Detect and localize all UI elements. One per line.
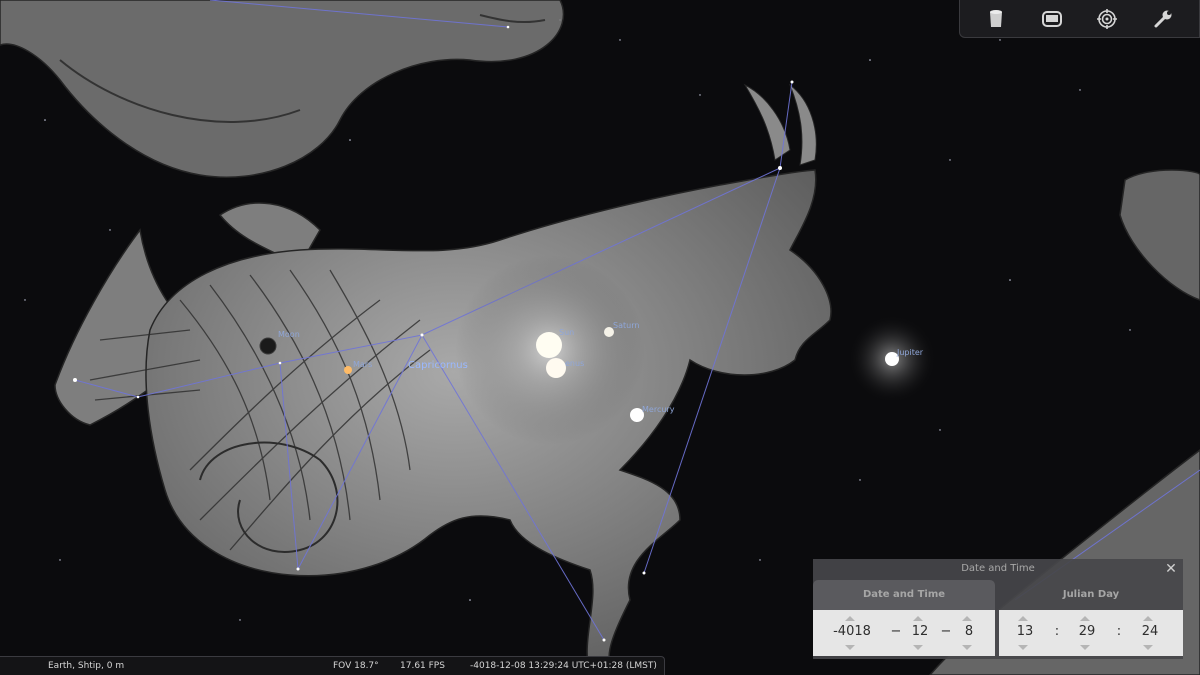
tab-julian-day[interactable]: Julian Day (999, 580, 1183, 610)
second-value[interactable]: 24 (1121, 624, 1179, 639)
dialog-title: Date and Time (961, 563, 1035, 574)
minute-down-arrow[interactable] (1080, 645, 1090, 650)
day-down-arrow[interactable] (962, 645, 972, 650)
aquarius-art (0, 0, 565, 178)
status-bar: Earth, Shtip, 0 m FOV 18.7° 17.61 FPS -4… (0, 656, 665, 675)
hour-up-arrow[interactable] (1018, 616, 1028, 621)
venus-marker[interactable] (546, 358, 566, 378)
window-button[interactable] (1037, 4, 1067, 34)
target-icon (1097, 8, 1118, 29)
moon-label: Moon (278, 330, 300, 339)
tab-date-and-time[interactable]: Date and Time (813, 580, 995, 610)
year-up-arrow[interactable] (845, 616, 855, 621)
capricornus-art (54, 83, 832, 675)
mars-label: Mars (353, 360, 372, 369)
constellation-name: Capricornus (408, 360, 468, 371)
wrench-icon (1154, 10, 1172, 27)
mars-marker[interactable] (344, 366, 352, 374)
moon-marker[interactable] (259, 337, 277, 355)
minute-up-arrow[interactable] (1080, 616, 1090, 621)
year-down-arrow[interactable] (845, 645, 855, 650)
hour-spinbox[interactable]: 13 (996, 610, 1054, 656)
hour-down-arrow[interactable] (1018, 645, 1028, 650)
second-up-arrow[interactable] (1143, 616, 1153, 621)
day-up-arrow[interactable] (962, 616, 972, 621)
fps-readout: 17.61 FPS (400, 661, 445, 671)
window-icon (1041, 10, 1062, 27)
jupiter-label: Jupiter (896, 348, 924, 357)
second-down-arrow[interactable] (1143, 645, 1153, 650)
date-time-fields: -4018 − 12 − 8 13 : 29 : 24 (813, 610, 1183, 656)
hour-value[interactable]: 13 (996, 624, 1054, 639)
venus-label: enus (565, 359, 584, 368)
target-button[interactable] (1092, 4, 1122, 34)
date-time-dialog: Date and Time ✕ Date and Time Julian Day… (813, 559, 1183, 659)
minute-spinbox[interactable]: 29 (1058, 610, 1116, 656)
fov-readout: FOV 18.7° (333, 661, 379, 671)
sun-label: Sun (559, 328, 574, 337)
day-value[interactable]: 8 (940, 624, 998, 639)
close-button[interactable]: ✕ (1163, 561, 1179, 577)
month-up-arrow[interactable] (913, 616, 923, 621)
location-readout[interactable]: Earth, Shtip, 0 m (48, 657, 124, 675)
toolbar (959, 0, 1200, 38)
mercury-label: Mercury (642, 405, 675, 414)
saturn-label: Saturn (613, 321, 639, 330)
year-spinbox[interactable]: -4018 (823, 610, 881, 656)
minute-value[interactable]: 29 (1058, 624, 1116, 639)
year-value[interactable]: -4018 (823, 624, 881, 639)
day-spinbox[interactable]: 8 (940, 610, 998, 656)
datetime-readout[interactable]: -4018-12-08 13:29:24 UTC+01:28 (LMST) (470, 657, 657, 675)
landscape-icon (989, 9, 1002, 27)
month-down-arrow[interactable] (913, 645, 923, 650)
settings-button[interactable] (1148, 4, 1178, 34)
landscape-button[interactable] (981, 4, 1011, 34)
second-spinbox[interactable]: 24 (1121, 610, 1179, 656)
